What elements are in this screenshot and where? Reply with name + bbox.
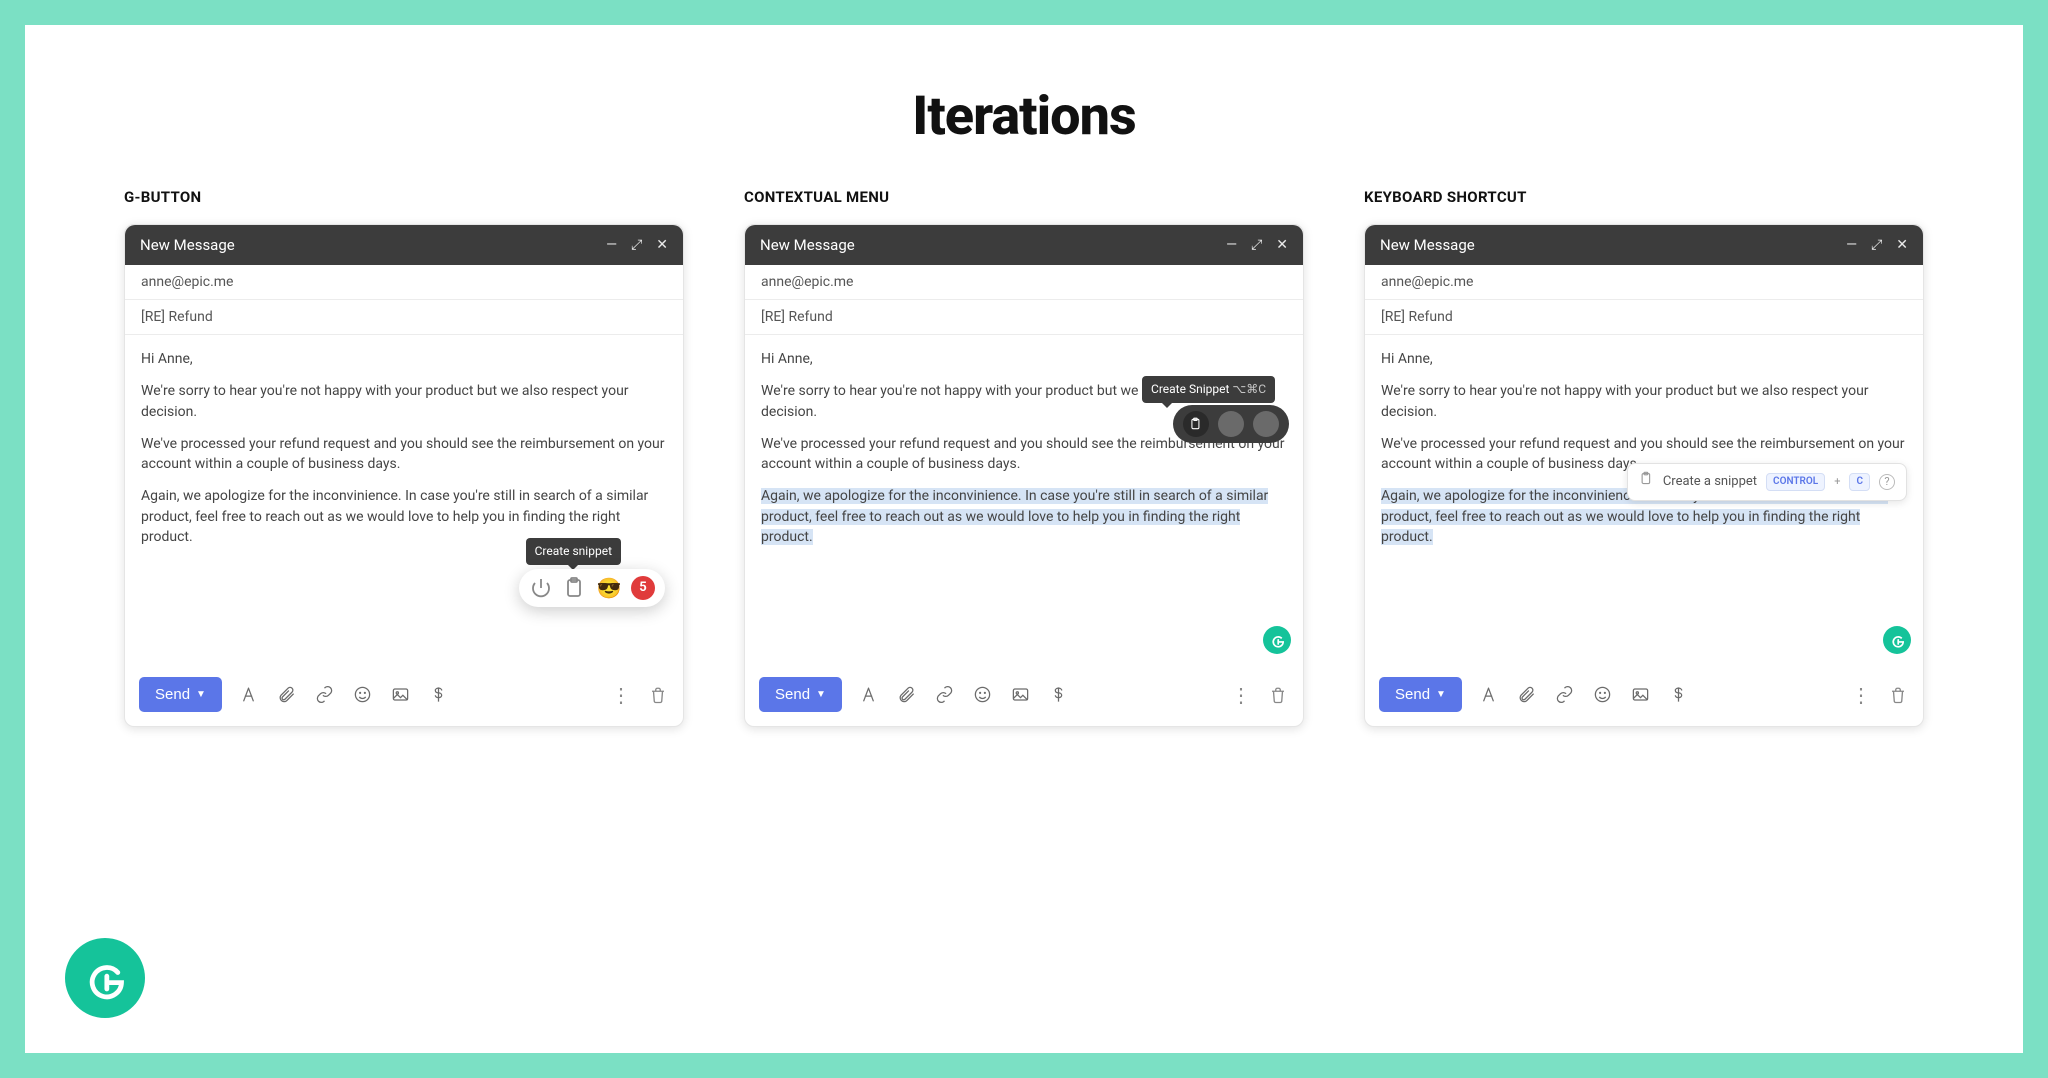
create-snippet-tooltip: Create snippet xyxy=(526,538,621,565)
help-icon[interactable]: ? xyxy=(1879,474,1895,490)
col-shortcut: KEYBOARD SHORTCUT New Message — ⤢ ✕ anne… xyxy=(1364,188,1924,727)
create-snippet-tooltip: Create Snippet ⌥⌘C xyxy=(1142,376,1275,403)
compose-header: New Message — ⤢ ✕ xyxy=(745,225,1303,265)
context-menu xyxy=(1173,405,1289,443)
compose-window: New Message — ⤢ ✕ anne@epic.me [RE] Refu… xyxy=(1364,224,1924,727)
image-icon[interactable] xyxy=(390,684,412,706)
compose-window: New Message — ⤢ ✕ anne@epic.me [RE] Refu… xyxy=(124,224,684,727)
minimize-icon[interactable]: — xyxy=(1226,237,1237,253)
link-icon[interactable] xyxy=(934,684,956,706)
message-body[interactable]: Hi Anne, We're sorry to hear you're not … xyxy=(745,335,1303,665)
compose-title: New Message xyxy=(760,236,855,254)
image-icon[interactable] xyxy=(1010,684,1032,706)
expand-icon[interactable]: ⤢ xyxy=(1871,237,1882,253)
message-body[interactable]: Hi Anne, We're sorry to hear you're not … xyxy=(1365,335,1923,665)
grammarly-icon[interactable] xyxy=(1263,626,1291,654)
to-field[interactable]: anne@epic.me xyxy=(745,265,1303,300)
emoji-picker-icon[interactable] xyxy=(1592,684,1614,706)
dollar-icon[interactable] xyxy=(1668,684,1690,706)
kbd-control: CONTROL xyxy=(1766,473,1825,492)
more-icon[interactable]: ⋮ xyxy=(1851,683,1871,707)
col-label: CONTEXTUAL MENU xyxy=(744,188,1304,206)
iterations-row: G-BUTTON New Message — ⤢ ✕ anne@epic.me … xyxy=(25,188,2023,727)
dollar-icon[interactable] xyxy=(428,684,450,706)
subject-field[interactable]: [RE] Refund xyxy=(125,300,683,335)
col-gbutton: G-BUTTON New Message — ⤢ ✕ anne@epic.me … xyxy=(124,188,684,727)
trash-icon[interactable] xyxy=(1887,684,1909,706)
create-snippet-icon[interactable] xyxy=(1183,411,1209,437)
emoji-picker-icon[interactable] xyxy=(352,684,374,706)
dollar-icon[interactable] xyxy=(1048,684,1070,706)
expand-icon[interactable]: ⤢ xyxy=(631,237,642,253)
body-p2: We've processed your refund request and … xyxy=(141,434,667,475)
page-title: Iterations xyxy=(25,85,2023,148)
grammarly-logo xyxy=(65,938,145,1018)
image-icon[interactable] xyxy=(1630,684,1652,706)
format-text-icon[interactable] xyxy=(1478,684,1500,706)
kbd-c: C xyxy=(1849,473,1870,492)
link-icon[interactable] xyxy=(314,684,336,706)
shortcut-hint-label: Create a snippet xyxy=(1663,473,1757,492)
close-icon[interactable]: ✕ xyxy=(1896,237,1908,253)
close-icon[interactable]: ✕ xyxy=(1276,237,1288,253)
gbutton-popup: 😎 5 xyxy=(519,569,665,607)
emoji-picker-icon[interactable] xyxy=(972,684,994,706)
compose-header: New Message — ⤢ ✕ xyxy=(1365,225,1923,265)
compose-header: New Message — ⤢ ✕ xyxy=(125,225,683,265)
send-button[interactable]: Send▼ xyxy=(1379,677,1462,712)
issue-count-badge[interactable]: 5 xyxy=(631,576,655,600)
context-option[interactable] xyxy=(1253,411,1279,437)
attach-icon[interactable] xyxy=(276,684,298,706)
compose-window: New Message — ⤢ ✕ anne@epic.me [RE] Refu… xyxy=(744,224,1304,727)
subject-field[interactable]: [RE] Refund xyxy=(745,300,1303,335)
col-label: KEYBOARD SHORTCUT xyxy=(1364,188,1924,206)
col-label: G-BUTTON xyxy=(124,188,684,206)
create-snippet-icon[interactable] xyxy=(563,576,587,600)
expand-icon[interactable]: ⤢ xyxy=(1251,237,1262,253)
format-text-icon[interactable] xyxy=(238,684,260,706)
trash-icon[interactable] xyxy=(647,684,669,706)
compose-toolbar: Send▼ ⋮ xyxy=(745,665,1303,726)
power-icon[interactable] xyxy=(529,576,553,600)
snippet-icon xyxy=(1639,471,1654,493)
body-p1: We're sorry to hear you're not happy wit… xyxy=(1381,381,1907,422)
close-icon[interactable]: ✕ xyxy=(656,237,668,253)
kbd-plus: + xyxy=(1834,474,1840,490)
compose-title: New Message xyxy=(1380,236,1475,254)
compose-toolbar: Send▼ ⋮ xyxy=(1365,665,1923,726)
compose-title: New Message xyxy=(140,236,235,254)
context-option[interactable] xyxy=(1218,411,1244,437)
compose-toolbar: Send▼ ⋮ xyxy=(125,665,683,726)
body-greeting: Hi Anne, xyxy=(1381,349,1907,369)
emoji-icon[interactable]: 😎 xyxy=(597,576,621,600)
col-contextual: CONTEXTUAL MENU New Message — ⤢ ✕ anne@e… xyxy=(744,188,1304,727)
send-button[interactable]: Send▼ xyxy=(139,677,222,712)
attach-icon[interactable] xyxy=(896,684,918,706)
body-greeting: Hi Anne, xyxy=(141,349,667,369)
minimize-icon[interactable]: — xyxy=(1846,237,1857,253)
body-greeting: Hi Anne, xyxy=(761,349,1287,369)
trash-icon[interactable] xyxy=(1267,684,1289,706)
to-field[interactable]: anne@epic.me xyxy=(1365,265,1923,300)
grammarly-icon[interactable] xyxy=(1883,626,1911,654)
more-icon[interactable]: ⋮ xyxy=(1231,683,1251,707)
message-body[interactable]: Hi Anne, We're sorry to hear you're not … xyxy=(125,335,683,665)
to-field[interactable]: anne@epic.me xyxy=(125,265,683,300)
more-icon[interactable]: ⋮ xyxy=(611,683,631,707)
shortcut-hint[interactable]: Create a snippet CONTROL + C ? xyxy=(1627,463,1907,501)
body-p1: We're sorry to hear you're not happy wit… xyxy=(141,381,667,422)
body-p3-highlighted: Again, we apologize for the inconvinienc… xyxy=(761,486,1287,547)
format-text-icon[interactable] xyxy=(858,684,880,706)
send-button[interactable]: Send▼ xyxy=(759,677,842,712)
subject-field[interactable]: [RE] Refund xyxy=(1365,300,1923,335)
minimize-icon[interactable]: — xyxy=(606,237,617,253)
link-icon[interactable] xyxy=(1554,684,1576,706)
attach-icon[interactable] xyxy=(1516,684,1538,706)
